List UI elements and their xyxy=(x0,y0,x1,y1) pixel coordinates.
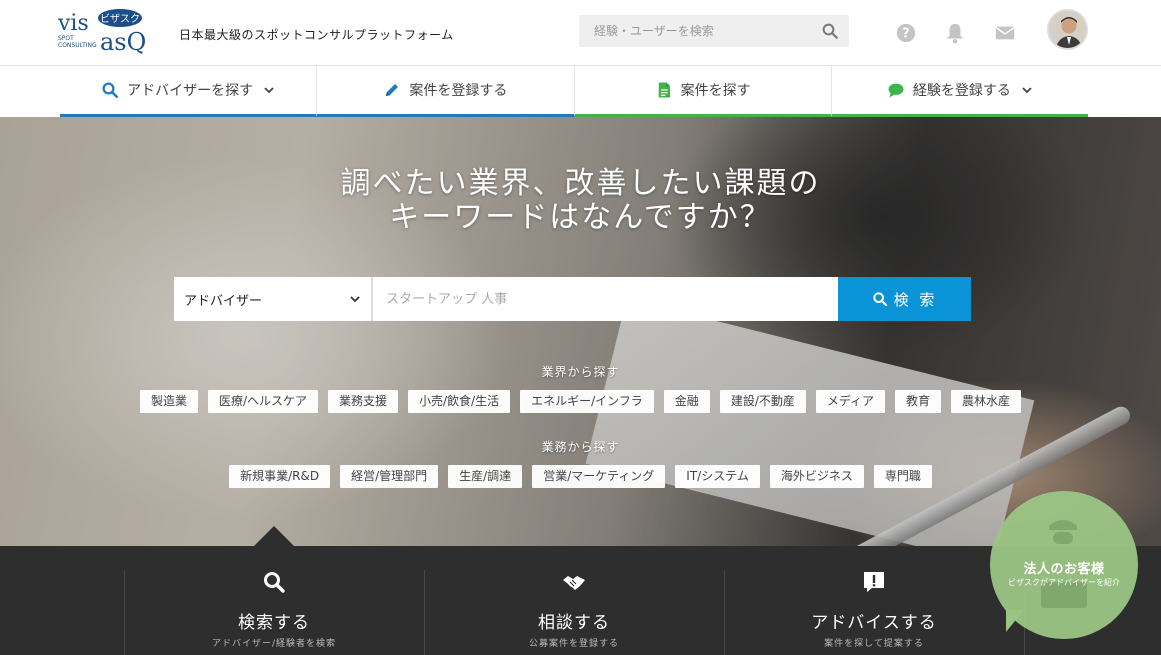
nav-find-project[interactable]: 案件を探す xyxy=(574,66,832,117)
help-icon[interactable]: ? xyxy=(895,22,917,44)
category-tag[interactable]: 医療/ヘルスケア xyxy=(207,390,318,413)
svg-text:SPOT: SPOT xyxy=(58,35,74,42)
category-tag[interactable]: 専門職 xyxy=(873,465,932,488)
pencil-icon xyxy=(386,84,399,96)
search-type-select[interactable]: アドバイザー xyxy=(174,277,373,321)
svg-text:asQ: asQ xyxy=(100,28,146,56)
site-tagline: 日本最大級のスポットコンサルプラットフォーム xyxy=(179,28,454,42)
feature-subtitle: 公募案件を登録する xyxy=(528,639,619,649)
nav-item-label: 案件を登録する xyxy=(409,83,508,99)
nav-item-label: アドバイザーを探す xyxy=(127,83,254,99)
category-tag[interactable]: メディア xyxy=(815,390,886,413)
person-icon xyxy=(1049,520,1077,544)
nav-register-project[interactable]: 案件を登録する xyxy=(317,66,575,117)
svg-text:ビザスク: ビザスク xyxy=(100,13,140,25)
category-tag[interactable]: 小売/飲食/生活 xyxy=(408,390,511,413)
hero-title-line1: 調べたい業界、改善したい課題の xyxy=(340,166,821,201)
svg-text:?: ? xyxy=(902,27,909,42)
chevron-down-icon xyxy=(350,296,360,303)
feature-title: アドバイスする xyxy=(811,613,937,633)
corporate-subtitle: ビザスクがアドバイザーを紹介 xyxy=(1008,578,1120,587)
category-tag[interactable]: 製造業 xyxy=(139,390,198,413)
hero-search-input[interactable] xyxy=(373,277,838,321)
chat-icon xyxy=(888,83,904,98)
nav-item-label: 経験を登録する xyxy=(912,83,1011,99)
feature-subtitle: アドバイザー/経験者を検索 xyxy=(211,639,337,649)
category-tag[interactable]: 業務支援 xyxy=(328,390,399,413)
hero-search-button-label: 検 索 xyxy=(893,290,938,309)
category-tag[interactable]: 生産/調達 xyxy=(448,465,523,488)
search-icon xyxy=(102,82,119,99)
category-tag[interactable]: エネルギー/インフラ xyxy=(520,390,654,413)
search-icon xyxy=(264,572,285,593)
function-section-label: 業務から探す xyxy=(541,440,620,454)
handshake-icon xyxy=(563,576,585,590)
chevron-down-icon xyxy=(264,87,274,94)
hero-search-button[interactable]: 検 索 xyxy=(838,277,971,321)
header-search-input[interactable] xyxy=(579,15,815,47)
user-avatar[interactable] xyxy=(1047,9,1088,50)
category-tag[interactable]: 金融 xyxy=(663,390,710,413)
feature-title: 相談する xyxy=(538,613,610,633)
category-tag[interactable]: 営業/マーケティング xyxy=(532,465,666,488)
corporate-title: 法人のお客様 xyxy=(1023,562,1105,577)
hero-title: 調べたい業界、改善したい課題の キーワードはなんですか？ xyxy=(0,167,1161,235)
band-pointer xyxy=(254,526,294,546)
industry-tags: 製造業 医療/ヘルスケア 業務支援 小売/飲食/生活 エネルギー/インフラ 金融 建設/不動… xyxy=(0,390,1161,413)
hero-section: 調べたい業界、改善したい課題の キーワードはなんですか？ アドバイザー 検 索 … xyxy=(0,117,1161,546)
search-icon[interactable] xyxy=(821,22,839,40)
category-tag[interactable]: 海外ビジネス xyxy=(769,465,864,488)
feature-search[interactable]: 検索する アドバイザー/経験者を検索 xyxy=(124,570,424,655)
header-search xyxy=(579,15,849,47)
feature-advise[interactable]: アドバイスする 案件を探して提案する xyxy=(724,570,1024,655)
industry-section-label: 業界から探す xyxy=(541,365,620,379)
feature-band: 検索する アドバイザー/経験者を検索 相談する 公募案件を登録する アドバイスす… xyxy=(0,546,1161,655)
function-tags: 新規事業/R&D 経営/管理部門 生産/調達 営業/マーケティング IT/システム 海外ビ… xyxy=(0,465,1161,488)
hero-title-line2: キーワードはなんですか？ xyxy=(389,200,772,235)
feature-title: 検索する xyxy=(238,613,310,633)
svg-text:CONSULTING: CONSULTING xyxy=(58,42,97,49)
category-tag[interactable]: 建設/不動産 xyxy=(719,390,806,413)
category-tag[interactable]: 経営/管理部門 xyxy=(340,465,439,488)
nav-find-advisor[interactable]: アドバイザーを探す xyxy=(60,66,318,117)
feature-consult[interactable]: 相談する 公募案件を登録する xyxy=(424,570,724,655)
category-tag[interactable]: 教育 xyxy=(895,390,942,413)
site-header: vis ビザスク SPOT CONSULTING asQ 日本最大級のスポットコ… xyxy=(0,0,1161,66)
category-tag[interactable]: 新規事業/R&D xyxy=(229,465,331,488)
category-tag[interactable]: IT/システム xyxy=(675,465,760,488)
exclamation-icon xyxy=(864,572,884,592)
search-icon xyxy=(872,292,887,307)
category-tag[interactable]: 農林水産 xyxy=(951,390,1022,413)
svg-text:vis: vis xyxy=(58,11,89,36)
feature-subtitle: 案件を探して提案する xyxy=(824,639,924,649)
nav-item-label: 案件を探す xyxy=(680,83,751,99)
chevron-down-icon xyxy=(1022,87,1032,94)
main-nav: アドバイザーを探す 案件を登録する 案件を探す 経験を登録する xyxy=(60,66,1088,117)
visasq-logo[interactable]: vis ビザスク SPOT CONSULTING asQ xyxy=(57,8,162,56)
hero-search-bar: アドバイザー 検 索 xyxy=(174,277,971,321)
nav-register-experience[interactable]: 経験を登録する xyxy=(831,66,1088,117)
bell-icon[interactable] xyxy=(944,22,966,44)
mail-icon[interactable] xyxy=(994,22,1016,44)
document-icon xyxy=(658,82,670,98)
search-type-value: アドバイザー xyxy=(184,293,263,309)
